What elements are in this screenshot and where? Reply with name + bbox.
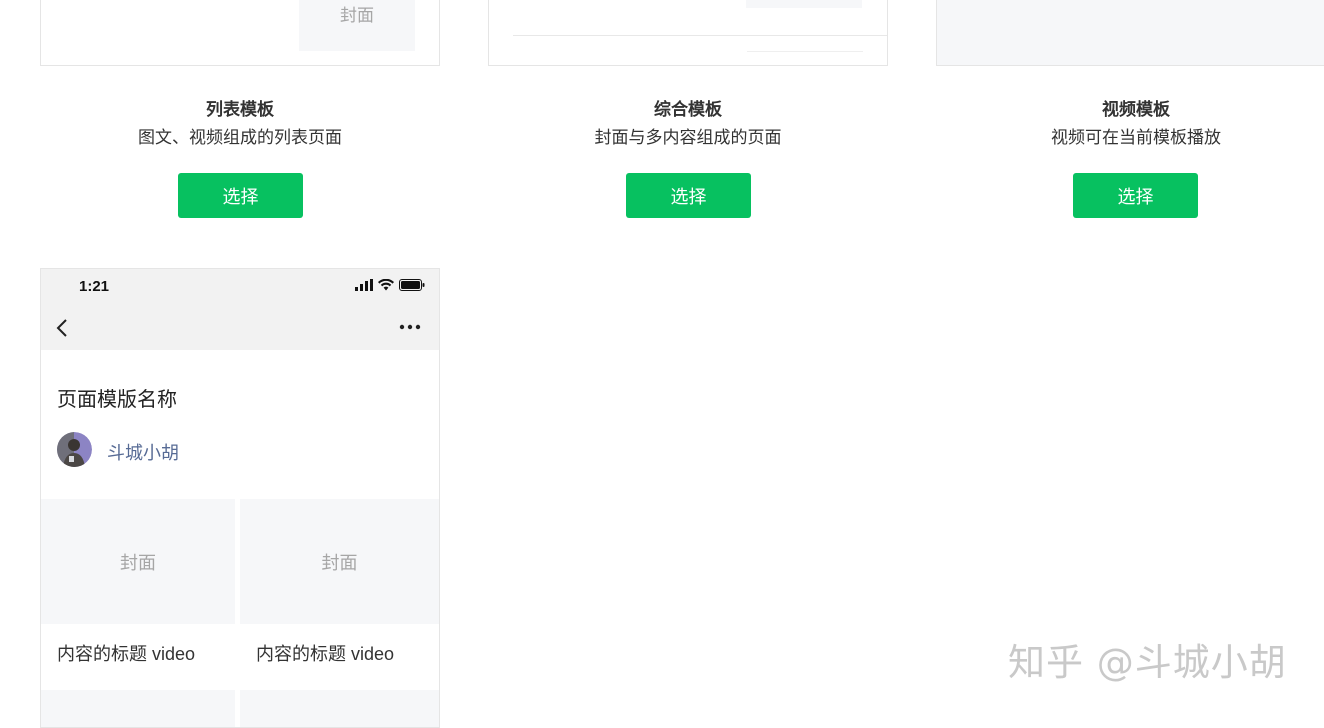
status-time: 1:21 xyxy=(79,278,110,295)
template-description: 视频可在当前模板播放 xyxy=(1051,128,1221,147)
status-bar: 1:21 xyxy=(41,269,439,305)
template-description: 图文、视频组成的列表页面 xyxy=(138,128,342,147)
divider xyxy=(513,35,887,36)
page-title: 页面模版名称 xyxy=(57,389,177,411)
content-cover[interactable]: 封面 xyxy=(240,499,439,624)
select-video-template-button[interactable]: 选择 xyxy=(1073,173,1198,218)
list-template-preview: 封面 xyxy=(40,0,440,66)
watermark: 知乎 @斗城小胡 xyxy=(1008,641,1287,684)
nav-bar xyxy=(41,305,439,350)
template-title: 综合模板 xyxy=(654,100,722,119)
back-arrow-icon[interactable] xyxy=(55,318,71,338)
preview-block xyxy=(746,0,862,8)
author-name-link[interactable]: 斗城小胡 xyxy=(107,439,179,465)
template-title: 视频模板 xyxy=(1102,100,1170,119)
phone-preview: 1:21 页面模版名称 斗城小胡 封面 封面 内容的标题 video 内容的标题… xyxy=(40,268,440,728)
content-cover[interactable] xyxy=(240,690,439,727)
video-template-preview xyxy=(936,0,1324,66)
more-options-icon[interactable] xyxy=(399,324,421,330)
content-cover[interactable] xyxy=(41,690,235,727)
wifi-icon xyxy=(378,279,394,291)
template-description: 封面与多内容组成的页面 xyxy=(594,128,782,147)
select-list-template-button[interactable]: 选择 xyxy=(178,173,303,218)
select-mixed-template-button[interactable]: 选择 xyxy=(626,173,751,218)
divider xyxy=(747,51,863,52)
avatar[interactable] xyxy=(57,432,92,467)
status-icons xyxy=(355,278,425,292)
content-title[interactable]: 内容的标题 video xyxy=(57,640,195,666)
battery-icon xyxy=(399,279,425,291)
template-title: 列表模板 xyxy=(206,100,274,119)
content-title[interactable]: 内容的标题 video xyxy=(256,640,394,666)
mixed-template-preview xyxy=(488,0,888,66)
signal-icon xyxy=(355,279,373,291)
cover-placeholder: 封面 xyxy=(299,0,415,51)
content-cover[interactable]: 封面 xyxy=(41,499,235,624)
